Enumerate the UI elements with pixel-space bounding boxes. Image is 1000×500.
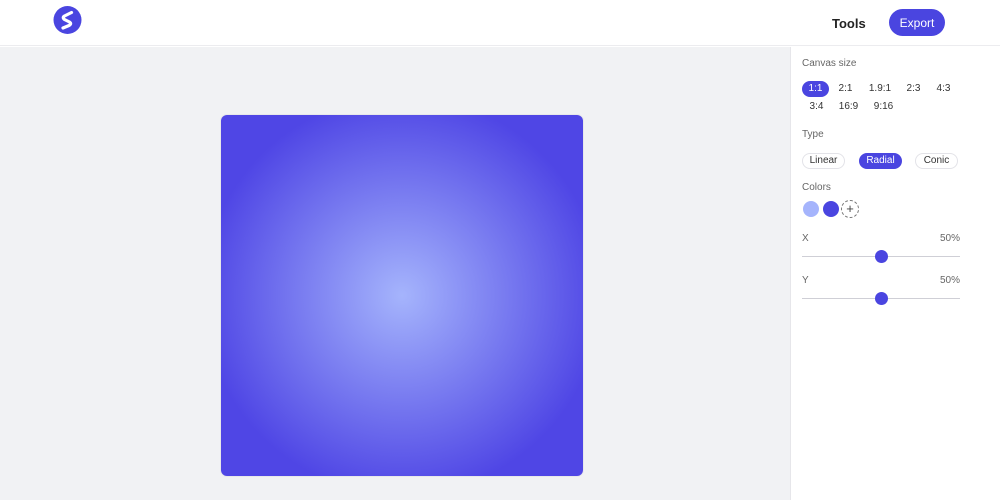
gradient-canvas — [221, 115, 583, 476]
type-option-conic[interactable]: Conic — [915, 153, 958, 169]
size-option-9-16[interactable]: 9:16 — [869, 99, 898, 115]
canvas-size-label: Canvas size — [802, 58, 857, 69]
workspace — [0, 47, 790, 500]
x-slider[interactable] — [802, 250, 960, 263]
size-option-2-3[interactable]: 2:3 — [901, 81, 926, 97]
settings-panel: Canvas size 1:1 2:1 1.9:1 2:3 4:3 3:4 16… — [790, 47, 1000, 500]
tools-link[interactable]: Tools — [832, 16, 866, 31]
export-button[interactable]: Export — [889, 9, 945, 36]
color-swatch-dark[interactable] — [823, 201, 839, 217]
size-option-16-9[interactable]: 16:9 — [834, 99, 863, 115]
color-swatch-light[interactable] — [803, 201, 819, 217]
type-option-linear[interactable]: Linear — [802, 153, 845, 169]
x-slider-value: 50% — [939, 233, 960, 244]
type-option-radial[interactable]: Radial — [859, 153, 902, 169]
y-slider-value: 50% — [939, 275, 960, 286]
x-slider-thumb[interactable] — [874, 250, 888, 263]
size-option-1-9-1[interactable]: 1.9:1 — [864, 81, 896, 97]
size-option-4-3[interactable]: 4:3 — [931, 81, 956, 97]
top-bar: Tools Export — [0, 0, 1000, 46]
s-logo-icon[interactable] — [53, 5, 82, 35]
colors-label: Colors — [802, 182, 831, 193]
size-option-3-4[interactable]: 3:4 — [804, 99, 829, 115]
y-slider-thumb[interactable] — [874, 292, 888, 305]
size-option-2-1[interactable]: 2:1 — [834, 81, 857, 97]
x-slider-label: X — [802, 233, 809, 244]
y-slider-label: Y — [802, 275, 809, 286]
plus-icon[interactable]: + — [841, 200, 859, 218]
type-label: Type — [802, 129, 824, 140]
y-slider[interactable] — [802, 292, 960, 305]
size-option-1-1[interactable]: 1:1 — [802, 81, 829, 97]
